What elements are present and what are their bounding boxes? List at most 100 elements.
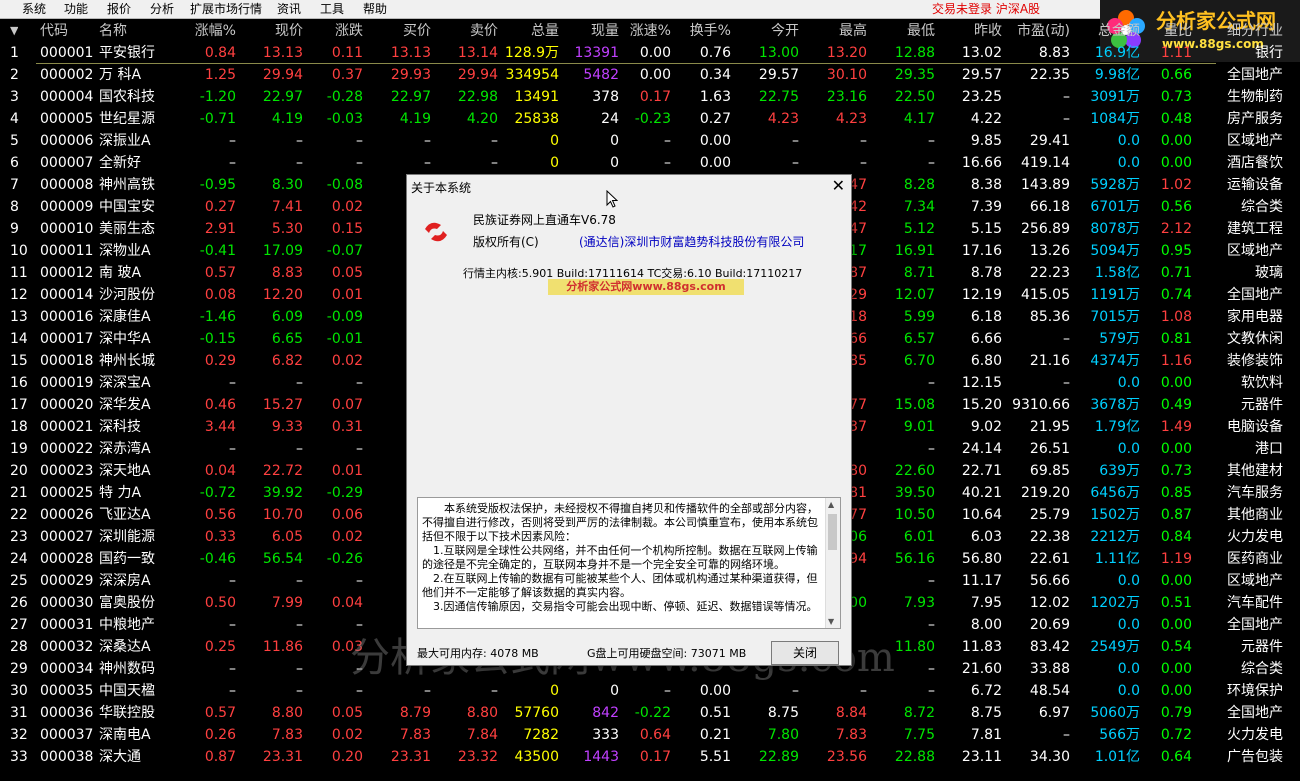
table-cell: 0.20 <box>331 749 363 765</box>
table-cell: 6.05 <box>271 529 303 545</box>
stock-name: 深康佳A <box>99 309 151 325</box>
legal-textbox[interactable]: 本系统受版权法保护，未经授权不得擅自拷贝和传播软件的全部或部分内容，不得擅自进行… <box>417 497 841 629</box>
column-header[interactable]: 卖价 <box>433 20 498 42</box>
table-cell: 7.75 <box>903 727 935 743</box>
legal-scrollbar[interactable]: ▲ ▼ <box>825 498 840 628</box>
table-cell: 0.27 <box>204 199 236 215</box>
column-header[interactable]: 总金额 <box>1072 20 1140 42</box>
table-cell: 全国地产 <box>1227 67 1283 83</box>
table-cell: 24 <box>601 111 619 127</box>
table-cell: 0.04 <box>331 595 363 611</box>
column-header[interactable]: 昨收 <box>937 20 1002 42</box>
close-button[interactable]: 关闭 <box>771 641 839 665</box>
column-header[interactable]: 买价 <box>365 20 431 42</box>
table-cell: 30.10 <box>826 67 867 83</box>
column-header[interactable]: 量比 <box>1142 20 1192 42</box>
table-row[interactable]: 6 000007 全新好 – – – – –0 0–0.00– – –16.66 419.14 0.0 0… <box>0 152 1300 174</box>
table-row[interactable]: 33 000038 深大通 0.87 23.31 0.20 23.31 23.32 43500 1… <box>0 746 1300 768</box>
column-header[interactable]: 今开 <box>733 20 799 42</box>
copyright-owner[interactable]: (通达信)深圳市财富趋势科技股份有限公司 <box>579 233 804 250</box>
table-cell: 13.26 <box>1029 243 1070 259</box>
table-cell: 8.75 <box>970 705 1002 721</box>
table-cell: 5.30 <box>271 221 303 237</box>
table-cell: 0 <box>610 155 619 171</box>
column-header[interactable]: 代码 <box>40 20 98 42</box>
stock-name: 深深房A <box>99 573 151 589</box>
row-index: 26 <box>10 595 28 611</box>
table-cell: 0.56 <box>1160 199 1192 215</box>
table-row[interactable]: 5 000006 深振业A – – – – – 0 0 – 0.00 – – – 9.85 29.41 0.0 0.… <box>0 130 1300 152</box>
table-cell: 0.64 <box>1160 749 1192 765</box>
table-cell: 23.56 <box>826 749 867 765</box>
stock-code: 000036 <box>40 705 94 721</box>
table-cell: 842 <box>592 705 619 721</box>
scroll-down-icon[interactable]: ▼ <box>828 617 834 626</box>
table-row[interactable]: 4 000005 世纪星源 -0.71 4.19 -0.03 4.19 4.20 25838 24… <box>0 108 1300 130</box>
menu-item[interactable]: 系统 <box>22 1 46 17</box>
table-cell: 8.83 <box>1038 45 1070 61</box>
stock-name: 南 玻A <box>99 265 142 281</box>
column-header[interactable]: 细分行业 <box>1205 20 1283 42</box>
table-cell: 0.76 <box>699 45 731 61</box>
stock-name: 富奥股份 <box>99 595 155 611</box>
column-header[interactable]: 现价 <box>238 20 303 42</box>
table-cell: 火力发电 <box>1227 529 1283 545</box>
column-header[interactable]: 最低 <box>869 20 935 42</box>
column-header[interactable]: 总量 <box>500 20 559 42</box>
table-cell: 1.63 <box>699 89 731 105</box>
table-row[interactable]: 32 000037 深南电A 0.26 7.83 0.02 7.83 7.84 7282 333 0… <box>0 724 1300 746</box>
column-header[interactable]: 最高 <box>801 20 867 42</box>
table-cell: 0.37 <box>331 67 363 83</box>
table-cell: – <box>928 573 935 589</box>
table-cell: 12.15 <box>961 375 1002 391</box>
column-header[interactable]: 现量 <box>561 20 619 42</box>
table-cell: 15.27 <box>262 397 303 413</box>
table-cell: 13.13 <box>390 45 431 61</box>
table-cell: – <box>928 683 935 699</box>
column-header[interactable]: 涨速% <box>621 20 671 42</box>
table-row[interactable]: 31 000036 华联控股 0.57 8.80 0.05 8.79 8.80 57760 842… <box>0 702 1300 724</box>
table-cell: 区域地产 <box>1227 243 1283 259</box>
stock-code: 000034 <box>40 661 94 677</box>
table-row[interactable]: 1 000001 平安银行 0.84 13.13 0.11 13.13 13.14 128.9万… <box>0 42 1300 64</box>
table-cell: 23.32 <box>457 749 498 765</box>
menu-item[interactable]: 帮助 <box>363 1 387 17</box>
scroll-thumb[interactable] <box>828 514 837 550</box>
table-cell: 0.85 <box>1160 485 1192 501</box>
table-cell: – <box>296 441 303 457</box>
table-cell: 汽车配件 <box>1227 595 1283 611</box>
table-cell: 7.41 <box>271 199 303 215</box>
stock-code: 000038 <box>40 749 94 765</box>
column-header[interactable]: 涨跌 <box>305 20 363 42</box>
table-cell: 7.83 <box>835 727 867 743</box>
table-cell: 85.36 <box>1029 309 1070 325</box>
scroll-up-icon[interactable]: ▲ <box>828 500 834 509</box>
column-header[interactable]: 市盈(动) <box>1004 20 1070 42</box>
column-header[interactable]: 涨幅% <box>170 20 236 42</box>
stock-code: 000030 <box>40 595 94 611</box>
menu-item[interactable]: 功能 <box>64 1 88 17</box>
column-header[interactable]: 名称 <box>99 20 167 42</box>
row-index: 27 <box>10 617 28 633</box>
table-cell: 0.05 <box>331 265 363 281</box>
table-cell: 6.82 <box>271 353 303 369</box>
table-cell: 0.31 <box>331 419 363 435</box>
menu-item[interactable]: 工具 <box>320 1 344 17</box>
menu-item[interactable]: 扩展市场行情 <box>190 1 262 17</box>
table-row[interactable]: 30 000035 中国天楹 – – – – –0 0–0.00– – –6.72 48.54 0.0 0… <box>0 680 1300 702</box>
stock-code: 000014 <box>40 287 94 303</box>
table-cell: 13391 <box>574 45 619 61</box>
close-icon[interactable]: ✕ <box>832 176 845 195</box>
table-cell: 25838 <box>514 111 559 127</box>
table-row[interactable]: 2 000002 万 科A 1.25 29.94 0.37 29.93 29.94 334954… <box>0 64 1300 86</box>
stock-code: 000004 <box>40 89 94 105</box>
menu-item[interactable]: 报价 <box>107 1 131 17</box>
menu-item[interactable]: 资讯 <box>277 1 301 17</box>
sort-arrow-icon[interactable]: ▼ <box>10 20 18 42</box>
menu-item[interactable]: 分析 <box>150 1 174 17</box>
column-header[interactable]: 换手% <box>673 20 731 42</box>
stock-code: 000002 <box>40 67 94 83</box>
stock-code: 000027 <box>40 529 94 545</box>
table-cell: 区域地产 <box>1227 133 1283 149</box>
table-row[interactable]: 3 000004 国农科技 -1.20 22.97 -0.28 22.97 22.98 1349… <box>0 86 1300 108</box>
